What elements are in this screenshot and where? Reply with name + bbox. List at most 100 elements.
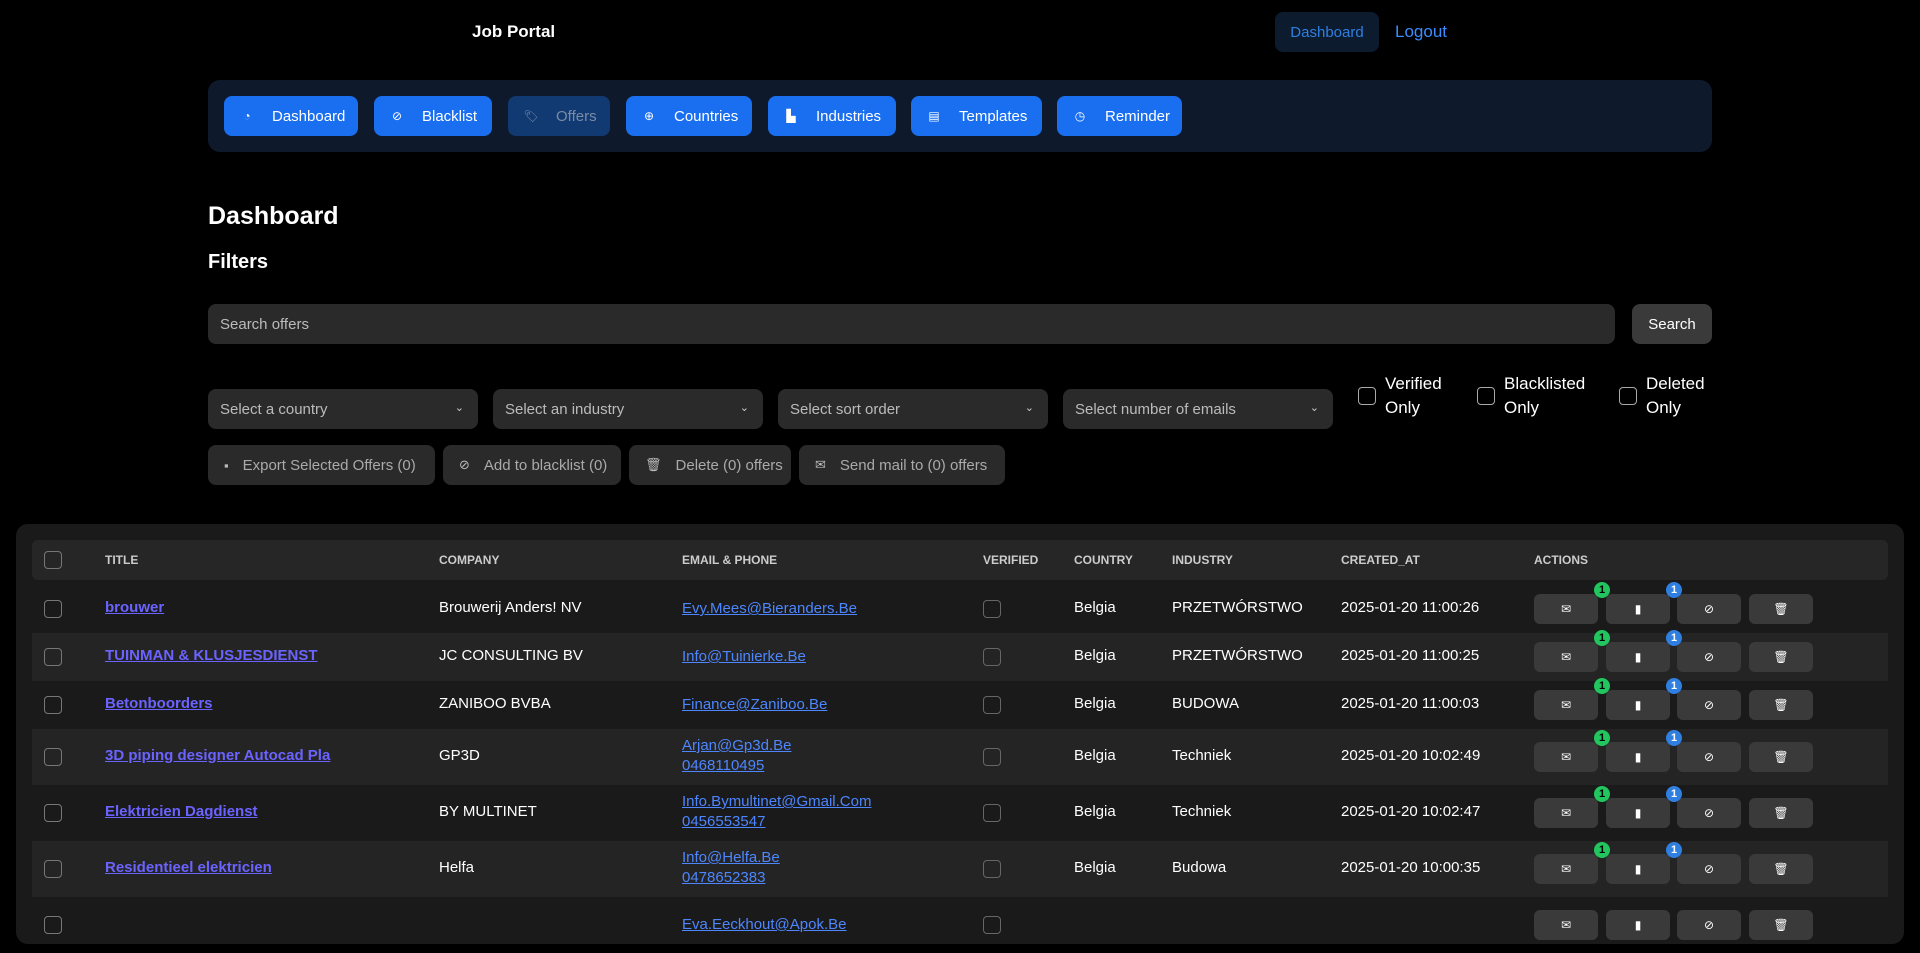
send-mail-action-button[interactable]: ✉	[1534, 690, 1598, 720]
notes-action-button[interactable]: ▮	[1606, 594, 1670, 624]
send-mail-action-button[interactable]: ✉	[1534, 798, 1598, 828]
delete-action-button[interactable]: 🗑	[1749, 854, 1813, 884]
send-mail-action-button[interactable]: ✉	[1534, 642, 1598, 672]
main-nav: ◔ Dashboard ⊘ Blacklist 🏷 Offers ⊕ Countries…	[208, 80, 1712, 152]
envelope-icon: ✉	[1560, 698, 1572, 712]
col-country: COUNTRY	[1074, 553, 1133, 567]
tags-icon: 🏷	[523, 109, 539, 123]
ban-icon: ⊘	[1703, 750, 1715, 764]
nav-offers[interactable]: 🏷 Offers	[508, 96, 610, 136]
brand-title: Job Portal	[472, 22, 556, 41]
add-to-blacklist-button[interactable]: ⊘ Add to blacklist (0)	[443, 445, 621, 485]
blacklist-action-button[interactable]: ⊘	[1677, 798, 1741, 828]
trash-icon: 🗑	[1773, 650, 1789, 664]
row-select-checkbox[interactable]	[44, 748, 62, 766]
trash-icon: 🗑	[1773, 918, 1789, 932]
deleted-only-checkbox[interactable]	[1619, 387, 1637, 405]
offer-title-link[interactable]: Residentieel elektricien	[105, 859, 272, 876]
verified-checkbox[interactable]	[983, 648, 1001, 666]
row-select-checkbox[interactable]	[44, 696, 62, 714]
offer-title-link[interactable]: Betonboorders	[105, 695, 213, 712]
delete-action-button[interactable]: 🗑	[1749, 642, 1813, 672]
phone-link[interactable]: 0478652383	[682, 868, 765, 888]
email-link[interactable]: Eva.Eeckhout@Apok.Be	[682, 915, 847, 935]
email-link[interactable]: Arjan@Gp3d.Be	[682, 736, 791, 756]
chevron-down-icon: ⌄	[1024, 402, 1034, 414]
notes-action-button[interactable]: ▮	[1606, 910, 1670, 940]
envelope-icon: ✉	[815, 457, 826, 472]
blacklist-action-button[interactable]: ⊘	[1677, 690, 1741, 720]
offer-title-link[interactable]: brouwer	[105, 599, 164, 616]
notes-action-button[interactable]: ▮	[1606, 854, 1670, 884]
offer-title-link[interactable]: 3D piping designer Autocad Pla	[105, 747, 330, 764]
send-mail-action-button[interactable]: ✉	[1534, 594, 1598, 624]
notes-action-button[interactable]: ▮	[1606, 742, 1670, 772]
blacklisted-only-checkbox[interactable]	[1477, 387, 1495, 405]
search-input[interactable]	[208, 304, 1615, 344]
ban-icon: ⊘	[391, 109, 403, 123]
phone-link[interactable]: 0456553547	[682, 812, 765, 832]
send-mail-action-button[interactable]: ✉	[1534, 854, 1598, 884]
phone-link[interactable]: 0468110495	[682, 756, 764, 776]
emails-select[interactable]: Select number of emails ⌄	[1063, 389, 1333, 429]
row-select-checkbox[interactable]	[44, 600, 62, 618]
export-selected-button[interactable]: ▪ Export Selected Offers (0)	[208, 445, 435, 485]
verified-only-checkbox[interactable]	[1358, 387, 1376, 405]
ban-icon: ⊘	[459, 457, 470, 472]
trash-icon: 🗑	[1773, 806, 1789, 820]
delete-action-button[interactable]: 🗑	[1749, 910, 1813, 940]
email-link[interactable]: Finance@Zaniboo.Be	[682, 695, 827, 715]
email-link[interactable]: Info@Helfa.Be	[682, 848, 780, 868]
blacklist-action-button[interactable]: ⊘	[1677, 910, 1741, 940]
country-select[interactable]: Select a country ⌄	[208, 389, 478, 429]
send-mail-action-button[interactable]: ✉	[1534, 742, 1598, 772]
industry-select[interactable]: Select an industry ⌄	[493, 389, 763, 429]
delete-action-button[interactable]: 🗑	[1749, 690, 1813, 720]
verified-checkbox[interactable]	[983, 804, 1001, 822]
blacklist-action-button[interactable]: ⊘	[1677, 642, 1741, 672]
verified-checkbox[interactable]	[983, 600, 1001, 618]
nav-blacklist[interactable]: ⊘ Blacklist	[374, 96, 492, 136]
company-name: JC CONSULTING BV	[439, 647, 583, 664]
industry-value: Techniek	[1172, 803, 1232, 820]
nav-countries[interactable]: ⊕ Countries	[626, 96, 752, 136]
email-link[interactable]: Evy.Mees@Bieranders.Be	[682, 599, 857, 619]
row-select-checkbox[interactable]	[44, 648, 62, 666]
note-icon: ▮	[1634, 750, 1642, 764]
blacklist-action-button[interactable]: ⊘	[1677, 742, 1741, 772]
verified-checkbox[interactable]	[983, 860, 1001, 878]
nav-industries[interactable]: ▙ Industries	[768, 96, 896, 136]
notes-action-button[interactable]: ▮	[1606, 642, 1670, 672]
email-link[interactable]: Info.Bymultinet@Gmail.Com	[682, 792, 871, 812]
verified-checkbox[interactable]	[983, 748, 1001, 766]
offer-title-link[interactable]: TUINMAN & KLUSJESDIENST	[105, 647, 318, 664]
mail-count-badge: 1	[1594, 630, 1610, 646]
delete-offers-button[interactable]: 🗑 Delete (0) offers	[629, 445, 791, 485]
row-select-checkbox[interactable]	[44, 860, 62, 878]
row-select-checkbox[interactable]	[44, 804, 62, 822]
sort-select[interactable]: Select sort order ⌄	[778, 389, 1048, 429]
notes-action-button[interactable]: ▮	[1606, 798, 1670, 828]
nav-templates[interactable]: ▤ Templates	[911, 96, 1042, 136]
industry-value: Budowa	[1172, 859, 1227, 876]
delete-action-button[interactable]: 🗑	[1749, 742, 1813, 772]
send-mail-button[interactable]: ✉ Send mail to (0) offers	[799, 445, 1005, 485]
nav-dashboard[interactable]: ◔ Dashboard	[224, 96, 358, 136]
nav-reminder[interactable]: ◷ Reminder	[1057, 96, 1182, 136]
company-name: ZANIBOO BVBA	[439, 695, 551, 712]
delete-action-button[interactable]: 🗑	[1749, 594, 1813, 624]
trash-icon: 🗑	[1773, 602, 1789, 616]
envelope-icon: ✉	[1560, 602, 1572, 616]
select-all-checkbox[interactable]	[44, 551, 62, 569]
logout-link[interactable]: Logout	[1395, 22, 1447, 42]
send-mail-action-button[interactable]: ✉	[1534, 910, 1598, 940]
email-link[interactable]: Info@Tuinierke.Be	[682, 647, 806, 667]
notes-action-button[interactable]: ▮	[1606, 690, 1670, 720]
delete-action-button[interactable]: 🗑	[1749, 798, 1813, 828]
top-dashboard-button[interactable]: Dashboard	[1275, 12, 1379, 52]
blacklist-action-button[interactable]: ⊘	[1677, 854, 1741, 884]
offer-title-link[interactable]: Elektricien Dagdienst	[105, 803, 258, 820]
blacklist-action-button[interactable]: ⊘	[1677, 594, 1741, 624]
verified-checkbox[interactable]	[983, 696, 1001, 714]
search-button[interactable]: Search	[1632, 304, 1712, 344]
